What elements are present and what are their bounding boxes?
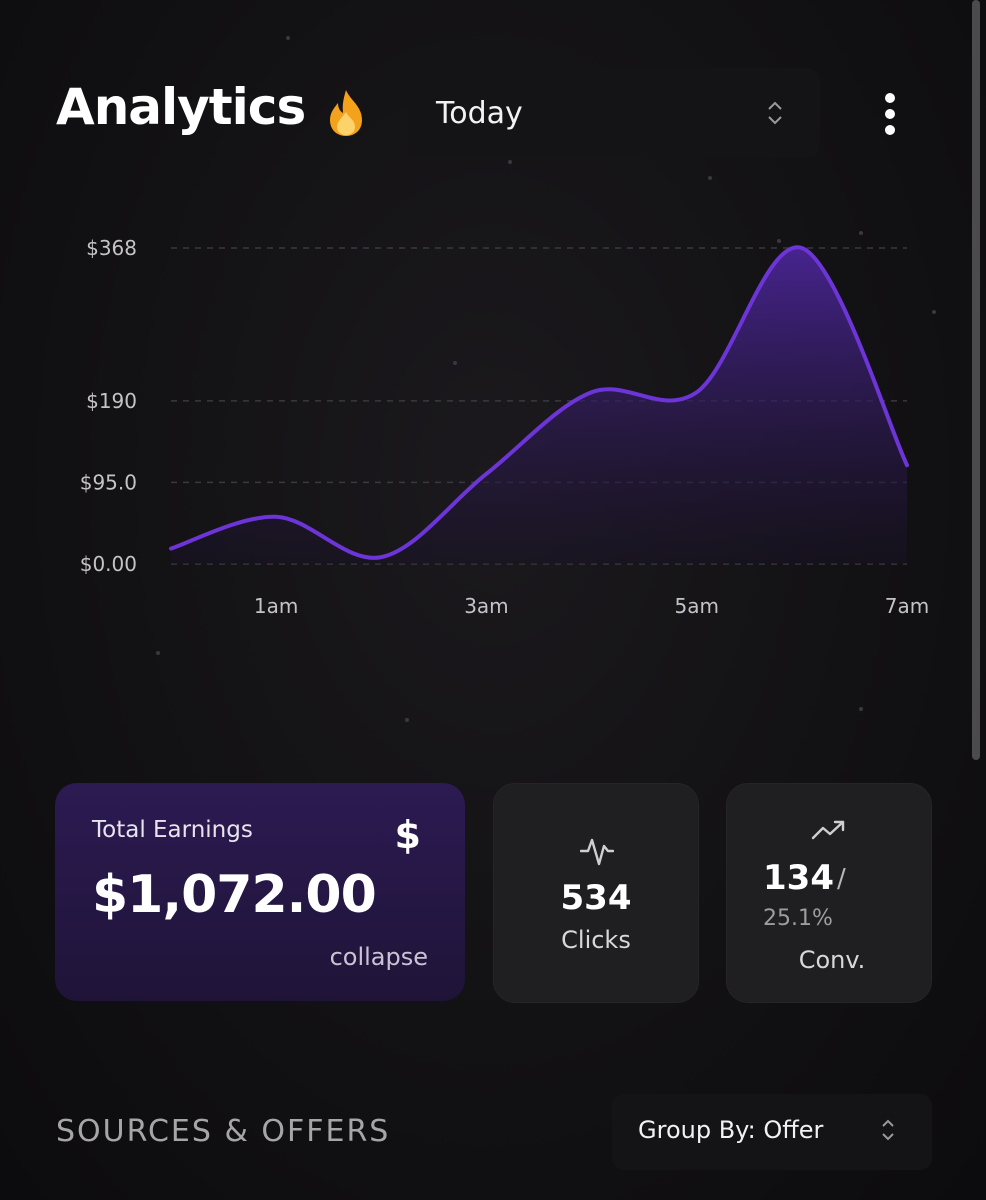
- clicks-value: 534: [560, 878, 632, 918]
- x-tick-label: 3am: [464, 594, 508, 618]
- data-point: [695, 390, 699, 394]
- x-axis-labels: 1am 3am 5am 7am: [254, 594, 929, 618]
- total-earnings-label: Total Earnings: [92, 817, 253, 843]
- conversion-rate: 25.1%: [763, 906, 833, 931]
- conversions-separator: /: [837, 864, 846, 894]
- data-point: [800, 246, 804, 250]
- background-dot: [156, 651, 160, 655]
- sources-offers-heading: SOURCES & OFFERS: [56, 1114, 391, 1149]
- y-tick-label: $368: [86, 236, 137, 260]
- background-dot: [708, 176, 712, 180]
- y-tick-label: $0.00: [80, 552, 137, 576]
- data-point: [169, 547, 173, 551]
- conversions-value: 134: [763, 858, 834, 898]
- date-range-select[interactable]: Today: [408, 68, 820, 158]
- flame-icon: [330, 90, 362, 136]
- trending-up-icon: [811, 820, 845, 840]
- total-earnings-card[interactable]: Total Earnings $ $1,072.00 collapse: [55, 783, 465, 1001]
- group-by-value: Group By: Offer: [638, 1116, 824, 1144]
- background-dot: [508, 160, 512, 164]
- vertical-ellipsis-icon[interactable]: [876, 92, 904, 136]
- collapse-link[interactable]: collapse: [330, 943, 428, 971]
- clicks-card[interactable]: 534 Clicks: [493, 783, 699, 1003]
- data-point: [274, 515, 278, 519]
- conversions-card[interactable]: 134 / 25.1% Conv.: [726, 783, 932, 1003]
- earnings-chart: $0.00 $95.0 $190 $368 1am 3am 5am 7am: [80, 236, 930, 618]
- pulse-icon: [580, 838, 614, 866]
- x-tick-label: 5am: [674, 594, 718, 618]
- background-dot: [405, 718, 409, 722]
- data-point: [905, 463, 909, 467]
- data-point: [484, 472, 488, 476]
- page-title: Analytics: [56, 78, 306, 136]
- updown-chevron-icon: [768, 101, 782, 125]
- y-axis-labels: $0.00 $95.0 $190 $368: [80, 236, 137, 576]
- y-tick-label: $190: [86, 389, 137, 413]
- updown-chevron-icon: [882, 1119, 894, 1141]
- conversions-label: Conv.: [798, 946, 866, 974]
- background-dot: [286, 36, 290, 40]
- x-tick-label: 1am: [254, 594, 298, 618]
- y-tick-label: $95.0: [80, 470, 137, 494]
- total-earnings-value: $1,072.00: [92, 865, 377, 925]
- clicks-label: Clicks: [561, 926, 631, 954]
- date-range-value: Today: [436, 96, 523, 131]
- background-dot: [859, 707, 863, 711]
- x-tick-label: 7am: [885, 594, 929, 618]
- dollar-icon: $: [394, 813, 421, 857]
- data-point: [590, 390, 594, 394]
- data-point: [379, 555, 383, 559]
- group-by-select[interactable]: Group By: Offer: [612, 1094, 932, 1170]
